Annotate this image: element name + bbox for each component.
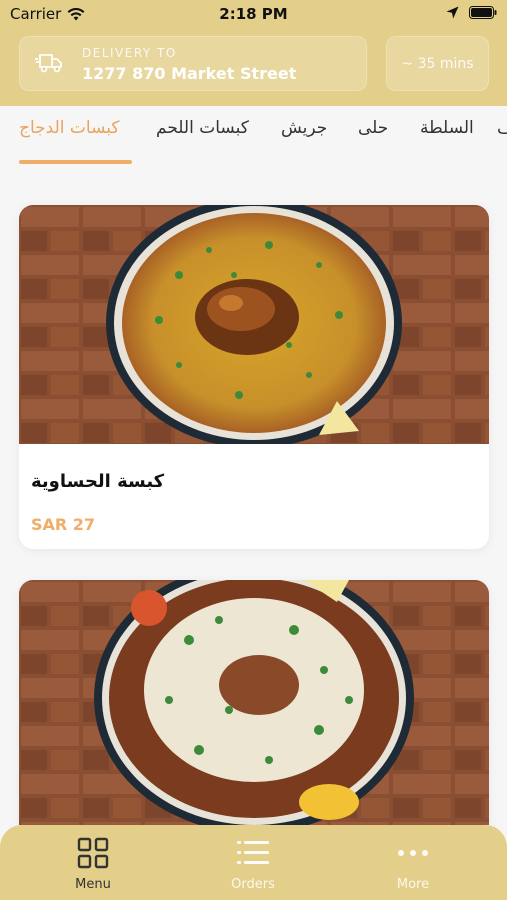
category-tabs: كبسات الدجاج كبسات اللحم جريش حلى السلطة… xyxy=(0,106,507,168)
delivery-to-label: DELIVERY TO xyxy=(82,46,177,60)
chicken-kabsa-photo xyxy=(19,205,489,444)
tab-sweets[interactable]: حلى xyxy=(358,118,388,138)
status-bar: Carrier 2:18 PM xyxy=(0,0,507,28)
tab-meat-kabsa[interactable]: كبسات اللحم xyxy=(156,118,249,138)
menu-item-name: كبسة الحساوية xyxy=(31,471,165,492)
tab-menu[interactable]: Menu xyxy=(33,833,153,892)
list-icon xyxy=(237,841,269,864)
eta-text: ~ 35 mins xyxy=(401,55,474,72)
tab-orders-label: Orders xyxy=(231,877,275,892)
active-tab-indicator xyxy=(19,160,132,164)
grid-icon xyxy=(77,837,109,869)
menu-item-card[interactable]: كبسة الحساوية SAR 27 xyxy=(19,205,489,549)
meat-kabsa-photo xyxy=(19,580,489,825)
clock: 2:18 PM xyxy=(219,5,288,23)
tab-more-label: More xyxy=(396,877,430,892)
delivery-address-button[interactable]: DELIVERY TO 1277 870 Market Street xyxy=(19,36,367,91)
dots-icon xyxy=(398,850,428,856)
delivery-address: 1277 870 Market Street xyxy=(82,64,297,83)
tab-salad[interactable]: السلطة xyxy=(420,118,474,138)
delivery-header: DELIVERY TO 1277 870 Market Street ~ 35 … xyxy=(0,28,507,106)
tab-jareesh[interactable]: جريش xyxy=(281,118,327,138)
bottom-tab-bar: Menu Orders More xyxy=(0,825,507,900)
location-arrow-icon xyxy=(446,6,459,19)
delivery-truck-icon xyxy=(35,54,62,73)
tab-menu-label: Menu xyxy=(75,877,111,892)
menu-item-card[interactable] xyxy=(19,580,489,840)
tab-more-category[interactable]: ف xyxy=(497,118,507,138)
tab-more[interactable]: More xyxy=(353,833,473,892)
eta-badge[interactable]: ~ 35 mins xyxy=(386,36,489,91)
menu-item-price: SAR 27 xyxy=(31,515,96,534)
battery-icon xyxy=(469,6,497,19)
status-right xyxy=(446,6,497,19)
tab-chicken-kabsa[interactable]: كبسات الدجاج xyxy=(19,118,119,138)
tab-orders[interactable]: Orders xyxy=(193,833,313,892)
